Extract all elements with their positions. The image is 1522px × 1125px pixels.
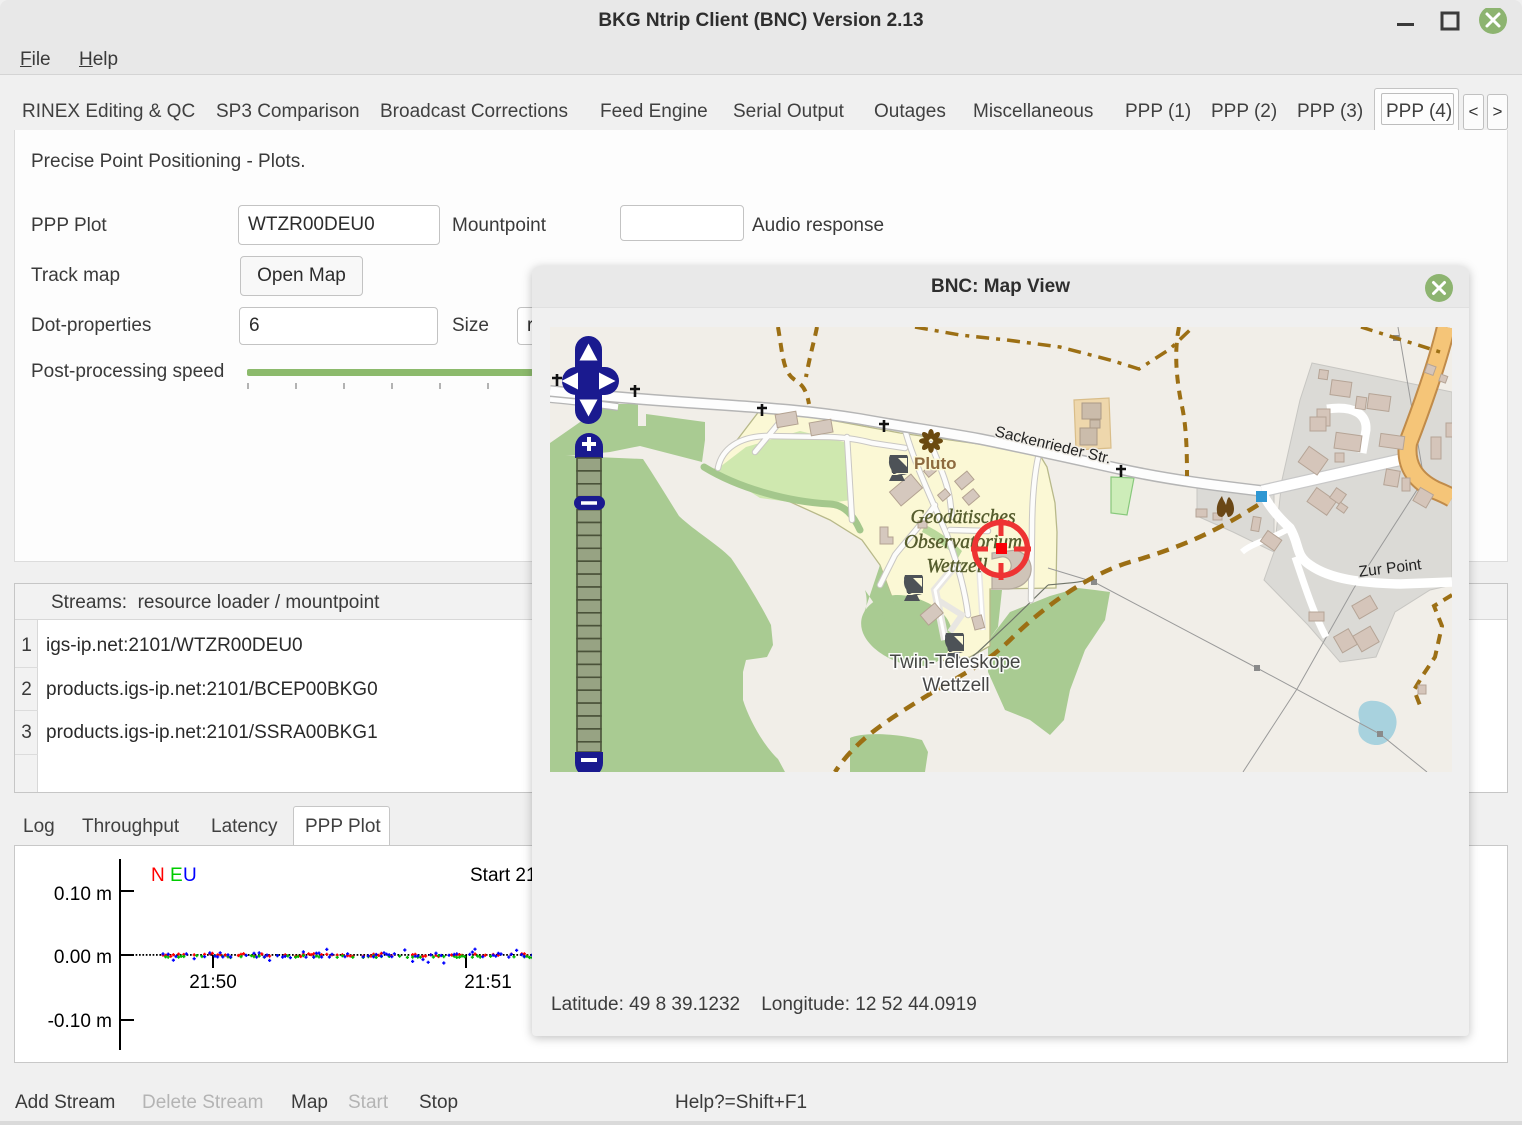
svg-text:Wettzell: Wettzell <box>922 675 989 696</box>
svg-text:Twin-Teleskope: Twin-Teleskope <box>890 652 1021 673</box>
svg-text:U: U <box>183 865 197 886</box>
svg-text:0.10 m: 0.10 m <box>54 884 112 905</box>
svg-text:-0.10 m: -0.10 m <box>48 1011 112 1032</box>
svg-text:0.00 m: 0.00 m <box>54 947 112 968</box>
svg-text:N: N <box>151 865 165 886</box>
svg-text:21:51: 21:51 <box>464 972 512 993</box>
svg-text:Pluto: Pluto <box>914 454 957 473</box>
svg-text:21:50: 21:50 <box>189 972 237 993</box>
svg-text:E: E <box>170 865 183 886</box>
